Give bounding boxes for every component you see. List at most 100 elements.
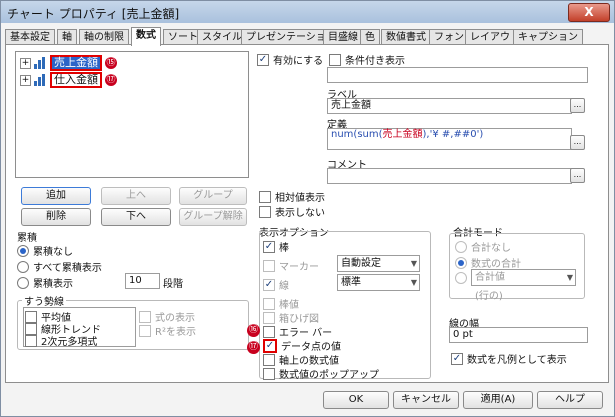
chevron-down-icon: ▼ xyxy=(410,259,417,268)
show-r2-check[interactable]: R²を表示 xyxy=(139,323,196,338)
radio-icon xyxy=(17,260,29,273)
cancel-button[interactable]: キャンセル xyxy=(393,391,459,409)
enable-check[interactable]: ✓ 有効にする xyxy=(257,52,323,67)
apply-button[interactable]: 適用(A) xyxy=(463,391,533,409)
radio-icon xyxy=(455,272,467,284)
invisible-check[interactable]: 表示しない xyxy=(259,204,325,219)
marker-style-select[interactable]: 自動設定 ▼ xyxy=(337,255,420,272)
checkbox-icon xyxy=(263,353,275,366)
box-plot-check[interactable]: 箱ひげ図 xyxy=(263,310,319,325)
radio-icon xyxy=(17,276,29,289)
checkbox-icon: ✓ xyxy=(451,352,463,365)
trendline-poly-check[interactable]: 2次元多項式 xyxy=(25,333,97,348)
axis-values-check[interactable]: 軸上の数式値 xyxy=(263,352,339,367)
tab-colors[interactable]: 色 xyxy=(360,29,380,45)
radio-icon xyxy=(455,240,467,253)
label-input[interactable]: 売上金額 xyxy=(327,98,572,114)
accumulation-legend: 累積 xyxy=(17,233,37,244)
group-button[interactable]: グループ xyxy=(179,187,247,205)
tab-gridlines[interactable]: 目盛線 xyxy=(323,29,363,45)
comment-edit-button[interactable]: ... xyxy=(570,168,585,183)
tab-caption[interactable]: キャプション xyxy=(513,29,583,45)
callout-marker: ⑯ xyxy=(247,324,260,337)
chevron-down-icon: ▼ xyxy=(410,278,417,287)
checkbox-icon xyxy=(263,325,275,338)
total-value-radio[interactable] xyxy=(455,272,471,284)
help-button[interactable]: ヘルプ xyxy=(537,391,603,409)
definition-input[interactable]: num(sum(売上金額),'¥ #,##0') xyxy=(327,128,572,150)
ok-button[interactable]: OK xyxy=(323,391,389,409)
checkbox-icon xyxy=(329,53,341,66)
data-values-check[interactable]: ✓ データ点の値 xyxy=(263,338,341,353)
stick-check[interactable]: 棒値 xyxy=(263,296,299,311)
ungroup-button[interactable]: グループ解除 xyxy=(179,208,247,226)
list-item[interactable]: + 仕入金額 ⑰ xyxy=(20,72,117,88)
chevron-down-icon: ▼ xyxy=(566,273,573,282)
line-width-input[interactable]: 0 pt xyxy=(449,327,588,343)
bar-chart-icon xyxy=(34,57,46,69)
bar-chart-icon xyxy=(34,74,46,86)
tab-dimension[interactable]: 軸 xyxy=(57,29,77,45)
expression-list[interactable]: + 売上金額 ⑮ + 仕入金額 ⑰ xyxy=(15,51,249,178)
callout-marker: ⑰ xyxy=(247,341,260,354)
checkbox-icon xyxy=(263,367,275,380)
add-button[interactable]: 追加 xyxy=(21,187,91,205)
checkbox-icon: ✓ xyxy=(263,338,277,353)
checkbox-icon xyxy=(139,310,151,323)
total-sum-radio[interactable]: 数式の合計 xyxy=(455,255,521,270)
delete-button[interactable]: 削除 xyxy=(21,208,91,226)
checkbox-icon xyxy=(139,324,151,337)
tab-dimension-limits[interactable]: 軸の制限 xyxy=(79,29,129,45)
move-down-button[interactable]: 下へ xyxy=(101,208,171,226)
expand-icon[interactable]: + xyxy=(20,74,31,86)
checkbox-icon xyxy=(25,334,37,347)
label-edit-button[interactable]: ... xyxy=(570,98,585,113)
chart-properties-window: チャート プロパティ [売上金額] X 基本設定 軸 軸の制限 数式 ソート ス… xyxy=(0,0,615,417)
popup-values-check[interactable]: 数式値のポップアップ xyxy=(263,366,379,381)
tab-number-format[interactable]: 数値書式 xyxy=(381,29,431,45)
callout-marker: ⑮ xyxy=(105,57,117,69)
accumulation-steps-input[interactable]: 10 xyxy=(125,273,160,289)
steps-label: 段階 xyxy=(163,279,183,290)
checkbox-icon xyxy=(263,311,275,324)
checkbox-icon xyxy=(263,297,275,310)
close-button[interactable]: X xyxy=(568,3,610,22)
total-function-select[interactable]: 合計値 ▼ xyxy=(471,269,576,286)
accumulation-show-radio[interactable]: 累積表示 xyxy=(17,275,73,290)
tab-general[interactable]: 基本設定 xyxy=(5,29,55,45)
checkbox-icon xyxy=(259,190,271,203)
accumulation-all-radio[interactable]: すべて累積表示 xyxy=(17,259,102,274)
conditional-input[interactable] xyxy=(327,67,588,83)
callout-marker: ⑰ xyxy=(105,74,117,86)
legend-expr-check[interactable]: ✓ 数式を凡例として表示 xyxy=(451,351,567,366)
expression-item-label: 仕入金額 xyxy=(50,72,102,88)
line-check[interactable]: ✓ 線 xyxy=(263,277,289,292)
marker-check[interactable]: マーカー xyxy=(263,258,319,273)
comment-input[interactable] xyxy=(327,168,572,184)
checkbox-icon xyxy=(259,205,271,218)
move-up-button[interactable]: 上へ xyxy=(101,187,171,205)
radio-icon xyxy=(17,244,29,257)
list-item[interactable]: + 売上金額 ⑮ xyxy=(20,55,117,71)
checkbox-icon xyxy=(263,259,275,272)
error-bar-check[interactable]: エラー バー xyxy=(263,324,332,339)
total-rows-label: (行の) xyxy=(475,291,503,302)
window-title: チャート プロパティ [売上金額] xyxy=(7,7,180,21)
show-formula-check[interactable]: 式の表示 xyxy=(139,309,195,324)
tab-style[interactable]: スタイル xyxy=(197,29,247,45)
conditional-check[interactable]: 条件付き表示 xyxy=(329,52,405,67)
line-style-select[interactable]: 標準 ▼ xyxy=(337,274,420,291)
title-bar: チャート プロパティ [売上金額] X xyxy=(1,1,614,23)
expand-icon[interactable]: + xyxy=(20,57,31,69)
trendline-legend: すう勢線 xyxy=(22,293,66,308)
checkbox-icon: ✓ xyxy=(257,53,269,66)
definition-edit-button[interactable]: ... xyxy=(570,135,585,150)
expression-item-label: 売上金額 xyxy=(50,55,102,71)
total-none-radio[interactable]: 合計なし xyxy=(455,239,511,254)
radio-icon xyxy=(455,256,467,269)
relative-check[interactable]: 相対値表示 xyxy=(259,189,325,204)
accumulation-none-radio[interactable]: 累積なし xyxy=(17,243,73,258)
checkbox-icon: ✓ xyxy=(263,240,275,253)
bar-check[interactable]: ✓ 棒 xyxy=(263,239,289,254)
tab-expressions[interactable]: 数式 xyxy=(131,27,161,46)
